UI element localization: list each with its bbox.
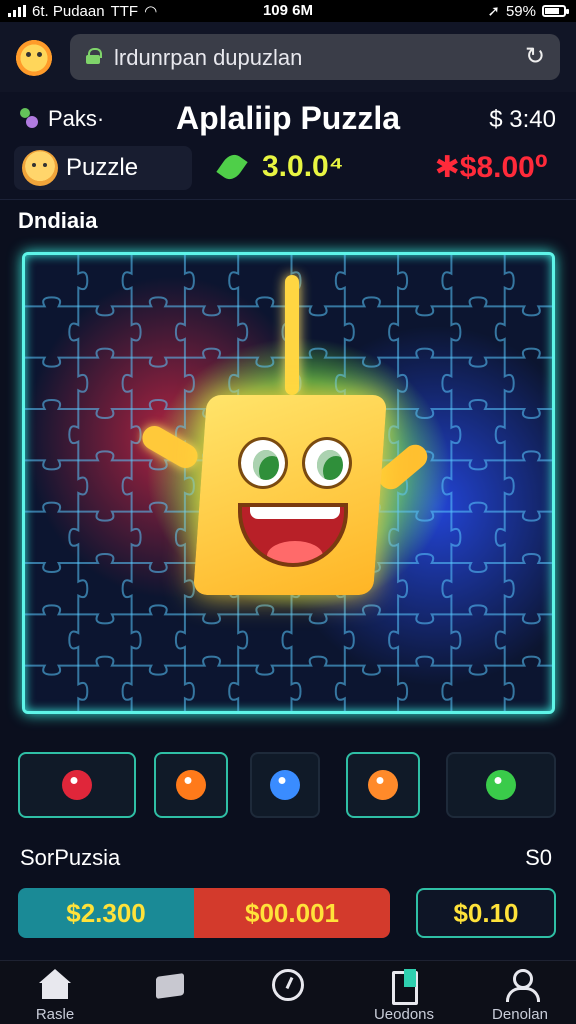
powerup-slot-3[interactable]: [250, 752, 320, 818]
leaf-icon: [218, 152, 248, 182]
balloon-icon: [176, 770, 206, 800]
score-value: S0: [525, 845, 552, 870]
reload-icon[interactable]: ↻: [522, 44, 548, 70]
bomb-icon: [62, 770, 92, 800]
bet-option-1[interactable]: $2.300: [18, 888, 194, 938]
nav-documents-label: Ueodons: [373, 1006, 435, 1023]
mascot-hair: [285, 275, 299, 395]
nav-home-label: Rasle: [35, 1006, 75, 1023]
lock-icon: [86, 48, 102, 64]
nav-box[interactable]: [120, 961, 220, 1024]
nav-home[interactable]: Rasle: [5, 961, 105, 1024]
bet-option-3[interactable]: $0.10: [416, 888, 556, 938]
battery-icon: [542, 5, 569, 17]
url-text[interactable]: lrdunrpan dupuzlan: [114, 45, 302, 71]
puzzle-board[interactable]: [22, 252, 555, 714]
powerup-slot-2[interactable]: [154, 752, 228, 818]
status-right: ➚ 59%: [487, 2, 569, 20]
puzzle-seam-vertical: [494, 255, 515, 711]
box-icon: [154, 969, 186, 1001]
puzzle-tab[interactable]: Puzzle: [14, 146, 192, 190]
magnifier-icon: [270, 770, 300, 800]
gem-icon: [486, 770, 516, 800]
nav-profile-label: Denolan: [492, 1006, 548, 1023]
powerup-slot-1[interactable]: [18, 752, 136, 818]
puzzle-seam-horizontal: [25, 604, 552, 625]
location-icon: ➚: [487, 3, 500, 20]
puzzle-seam-vertical: [68, 255, 89, 711]
mascot-left-eye: [238, 437, 288, 489]
nav-clock[interactable]: [238, 961, 338, 1024]
home-icon: [39, 969, 71, 1001]
score-label: SorPuzsia: [20, 845, 121, 870]
browser-bar: lrdunrpan dupuzlan ↻: [0, 22, 576, 92]
sun-mascot-icon[interactable]: [14, 36, 54, 76]
sponge-mascot: [138, 275, 433, 595]
puzzle-seam-horizontal: [25, 655, 552, 676]
nav-documents[interactable]: Ueodons: [354, 961, 454, 1024]
document-icon: [388, 969, 420, 1005]
powerup-slot-4[interactable]: [346, 752, 420, 818]
address-bar[interactable]: lrdunrpan dupuzlan ↻: [70, 34, 560, 80]
game-header: Paks· Aplaliip Puzzla $ 3:40 Puzzle 3.0.…: [0, 92, 576, 200]
nav-profile[interactable]: Denolan: [470, 961, 570, 1024]
puzzle-seam-vertical: [121, 255, 142, 711]
battery-percent: 59%: [505, 2, 536, 20]
person-icon: [504, 969, 540, 1002]
status-bar: 6t. Pudaan TTF ◠ 109 6M ➚ 59%: [0, 0, 576, 22]
clock-icon: [272, 969, 304, 1001]
smiley-icon: [22, 150, 58, 186]
board-label: Dndiaia: [18, 208, 98, 233]
powerup-slot-5[interactable]: [446, 752, 556, 818]
points-counter: 3.0.0⁴: [262, 150, 344, 183]
crab-icon: [368, 770, 398, 800]
bet-option-2[interactable]: $00.001: [194, 888, 390, 938]
red-amount: ✱$8.00⁰: [434, 151, 548, 184]
puzzle-tab-label: Puzzle: [66, 154, 139, 181]
bottom-nav: Rasle Ueodons Denolan: [0, 960, 576, 1024]
mascot-right-eye: [302, 437, 352, 489]
puzzle-seam-vertical: [441, 255, 462, 711]
balance-display: $ 3:40: [489, 106, 556, 133]
